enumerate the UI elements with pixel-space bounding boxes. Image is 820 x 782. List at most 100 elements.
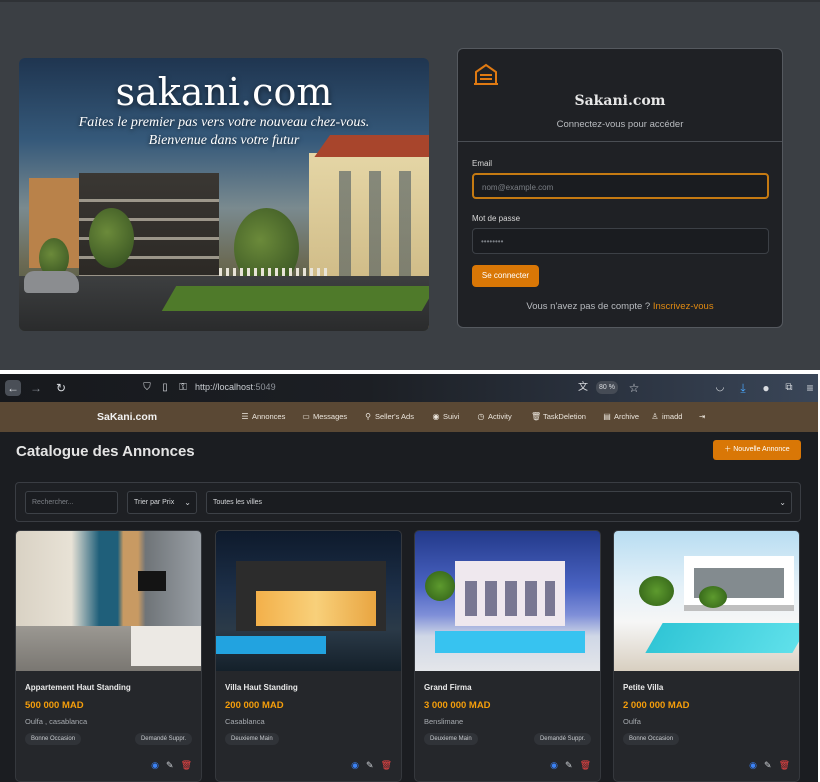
listing-photo[interactable] <box>16 531 201 671</box>
download-icon[interactable]: ⤓ <box>735 380 751 396</box>
key-icon[interactable]: ⚿ <box>175 380 191 396</box>
chat-icon: ▭ <box>302 412 310 421</box>
url-bar[interactable]: http://localhost:5049 <box>195 382 276 392</box>
edit-icon[interactable]: ✎ <box>764 760 772 770</box>
lawn <box>161 286 429 311</box>
hero-tagline-line1: Faites le premier pas vers votre nouveau… <box>78 115 370 130</box>
bookmark-star-icon[interactable]: ☆ <box>626 380 642 396</box>
url-port: :5049 <box>253 382 276 392</box>
listing-photo[interactable] <box>614 531 799 671</box>
listing-photo[interactable] <box>216 531 401 671</box>
extensions-icon[interactable]: ⧉ <box>781 380 797 396</box>
no-account-text: Vous n'avez pas de compte ? Inscrivez-vo… <box>458 301 782 312</box>
back-arrow-icon[interactable]: ← <box>5 380 21 396</box>
edit-icon[interactable]: ✎ <box>366 760 374 770</box>
eye-icon[interactable]: ◉ <box>151 760 159 770</box>
password-field[interactable]: •••••••• <box>472 228 769 254</box>
listing-title: Grand Firma <box>424 683 472 692</box>
edit-icon[interactable]: ✎ <box>166 760 174 770</box>
nav-item-taskdeletion[interactable]: 🗑 TaskDeletion <box>531 412 586 421</box>
chevron-down-icon: ⌄ <box>184 498 191 507</box>
nav-label: Archive <box>614 412 640 421</box>
nav-label: Annonces <box>252 412 286 421</box>
zoom-level[interactable]: 80 % <box>596 381 618 394</box>
listing-card[interactable]: Grand Firma 3 000 000 MAD Benslimane Deu… <box>414 530 601 782</box>
listing-price: 3 000 000 MAD <box>424 700 491 711</box>
listing-location: Casablanca <box>225 717 265 726</box>
listing-title: Villa Haut Standing <box>225 683 298 692</box>
listing-card[interactable]: Appartement Haut Standing 500 000 MAD Ou… <box>15 530 202 782</box>
nav-brand[interactable]: SaKani.com <box>97 411 157 423</box>
shield-icon[interactable]: ⛉ <box>139 380 155 396</box>
eye-icon[interactable]: ◉ <box>351 760 359 770</box>
email-field[interactable]: nom@example.com <box>472 173 769 199</box>
translate-icon[interactable]: 文 <box>575 380 591 396</box>
condition-badge: Deuxieme Main <box>225 733 279 745</box>
page-title: Catalogue des Annonces <box>16 443 195 460</box>
new-listing-button[interactable]: ＋ Nouvelle Annonce <box>713 440 801 460</box>
trash-icon[interactable]: 🗑 <box>181 760 192 770</box>
filter-panel: Rechercher... Trier par Prix ⌄ Toutes les… <box>15 482 801 522</box>
pocket-icon[interactable]: ◡ <box>712 380 728 396</box>
listing-price: 500 000 MAD <box>25 700 84 711</box>
listing-price: 200 000 MAD <box>225 700 284 711</box>
trash-icon[interactable]: 🗑 <box>779 760 790 770</box>
catalogue-screenshot: ← → ↻ ⛉ ▯ ⚿ http://localhost:5049 文 80 %… <box>0 374 818 782</box>
search-icon: ⚲ <box>365 412 371 421</box>
hero-image: sakani.com Faites le premier pas vers vo… <box>19 58 429 331</box>
hero-tagline-line2: Bienvenue dans votre futur <box>148 133 300 148</box>
car <box>24 271 79 293</box>
listing-title: Appartement Haut Standing <box>25 683 131 692</box>
logout-icon[interactable]: ⇥ <box>699 412 705 421</box>
hero-tagline: Faites le premier pas vers votre nouveau… <box>19 114 429 150</box>
archive-icon: ▤ <box>603 412 611 421</box>
reload-icon[interactable]: ↻ <box>53 380 69 396</box>
page-icon[interactable]: ▯ <box>157 380 173 396</box>
hero-brand: sakani.com <box>115 70 333 114</box>
listing-price: 2 000 000 MAD <box>623 700 690 711</box>
condition-badge: Bonne Occasion <box>623 733 680 745</box>
forward-arrow-icon[interactable]: → <box>28 380 44 396</box>
listing-location: Oulfa <box>623 717 641 726</box>
listing-title: Petite Villa <box>623 683 664 692</box>
house-logo-icon <box>474 63 498 85</box>
eye-icon[interactable]: ◉ <box>550 760 558 770</box>
sort-value: Trier par Prix <box>134 499 175 506</box>
listing-photo[interactable] <box>415 531 600 671</box>
url-host: http://localhost <box>195 382 254 392</box>
card-actions: ◉ ✎ 🗑 <box>742 760 790 771</box>
city-select[interactable]: Toutes les villes ⌄ <box>206 491 792 514</box>
card-actions: ◉ ✎ 🗑 <box>144 760 192 771</box>
account-icon[interactable]: ● <box>758 380 774 396</box>
nav-item-activity[interactable]: ◷ Activity <box>476 412 512 421</box>
login-title: Sakani.com <box>574 93 666 109</box>
listing-card[interactable]: Petite Villa 2 000 000 MAD Oulfa Bonne O… <box>613 530 800 782</box>
eye-icon[interactable]: ◉ <box>749 760 757 770</box>
sort-select[interactable]: Trier par Prix ⌄ <box>127 491 197 514</box>
login-button[interactable]: Se connecter <box>472 265 539 287</box>
menu-icon[interactable]: ≡ <box>802 380 818 396</box>
signup-link[interactable]: Inscrivez-vous <box>653 301 714 312</box>
nav-item-messages[interactable]: ▭ Messages <box>301 412 347 421</box>
nav-item-sellers-ads[interactable]: ⚲ Seller's Ads <box>363 412 414 421</box>
eye-icon: ◉ <box>432 412 440 421</box>
condition-badge: Deuxieme Main <box>424 733 478 745</box>
password-label: Mot de passe <box>472 214 521 223</box>
nav-item-user[interactable]: ♙ imadd <box>650 412 682 421</box>
nav-label: TaskDeletion <box>543 412 586 421</box>
condition-badge: Bonne Occasion <box>25 733 82 745</box>
listing-location: Benslimane <box>424 717 464 726</box>
nav-item-archive[interactable]: ▤ Archive <box>602 412 639 421</box>
login-subtitle: Connectez-vous pour accéder <box>556 119 684 130</box>
login-card: Sakani.com Connectez-vous pour accéder E… <box>457 48 783 328</box>
edit-icon[interactable]: ✎ <box>565 760 573 770</box>
nav-item-annonces[interactable]: ☰ Annonces <box>240 412 285 421</box>
trash-icon[interactable]: 🗑 <box>580 760 591 770</box>
nav-label: Seller's Ads <box>375 412 414 421</box>
trash-icon[interactable]: 🗑 <box>381 760 392 770</box>
nav-label: Suivi <box>443 412 460 421</box>
listing-card[interactable]: Villa Haut Standing 200 000 MAD Casablan… <box>215 530 402 782</box>
nav-item-suivi[interactable]: ◉ Suivi <box>431 412 460 421</box>
search-input[interactable]: Rechercher... <box>25 491 118 514</box>
deletion-request-badge: Demandé Suppr. <box>533 733 591 745</box>
